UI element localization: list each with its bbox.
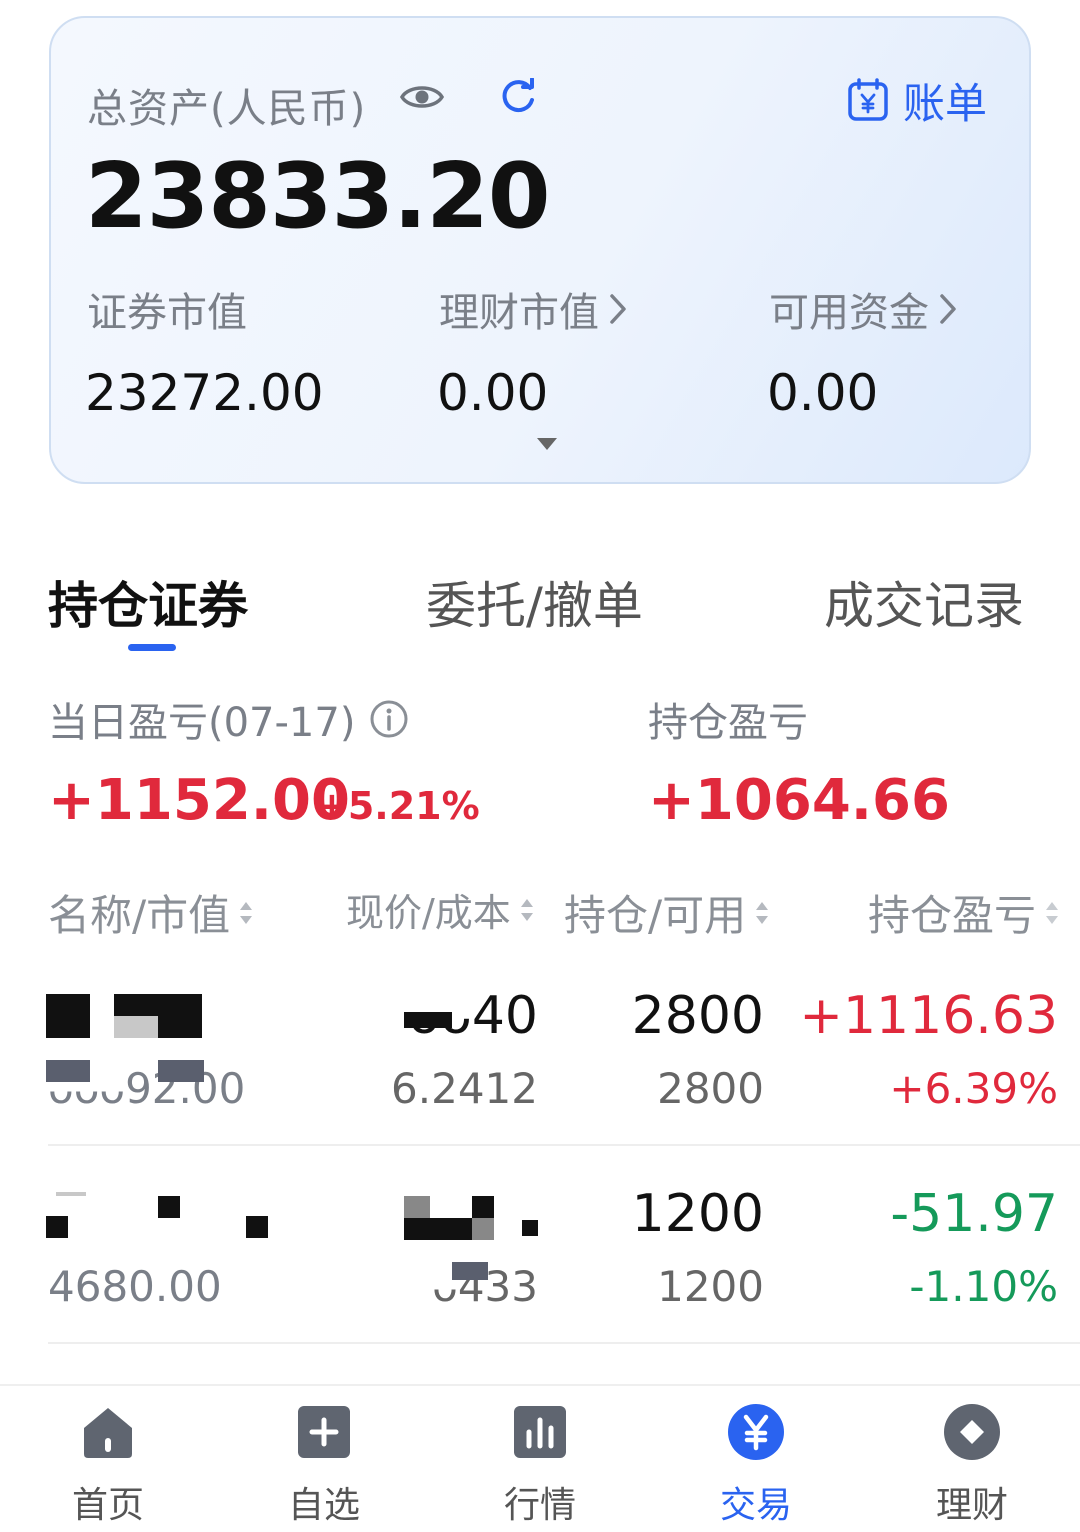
- table-row[interactable]: 4680.00 ᴗ433 1200 1200 -51.97 -1.10%: [0, 1144, 1080, 1344]
- refresh-icon[interactable]: [499, 78, 537, 116]
- asset-summary-card: 总资产(人民币) 账单 23833.20 证券市值 理财市值 可用资金 2327…: [49, 16, 1031, 484]
- holding-pl-amount: +1116.63: [799, 986, 1058, 1046]
- nav-label: 首页: [71, 1485, 144, 1526]
- sort-icon: [1046, 901, 1059, 924]
- daily-pl-percent: +5.21%: [316, 784, 480, 828]
- sort-position-available[interactable]: 持仓/可用: [564, 882, 770, 943]
- nav-wealth[interactable]: 理财: [872, 1386, 1072, 1532]
- chevron-right-icon: [610, 294, 626, 324]
- bottom-nav: 首页 自选 行情 交易 理财: [0, 1384, 1080, 1532]
- row-divider: [48, 1342, 1080, 1344]
- available-funds-value: 0.00: [767, 364, 879, 422]
- bill-label: 账单: [903, 78, 988, 128]
- wealth-diamond-icon: [944, 1404, 1000, 1460]
- eye-icon[interactable]: [399, 80, 445, 114]
- tab-holdings[interactable]: 持仓证券: [48, 566, 248, 638]
- daily-pl-label: 当日盈亏(07-17): [48, 690, 409, 748]
- home-icon: [84, 1408, 132, 1458]
- position-qty: 2800: [631, 986, 764, 1046]
- nav-trade[interactable]: 交易: [656, 1386, 856, 1532]
- total-assets-value: 23833.20: [85, 144, 551, 249]
- sort-price-cost[interactable]: 现价/成本: [346, 882, 535, 937]
- sort-name-market-value[interactable]: 名称/市值: [48, 882, 254, 943]
- cost-price: 6.2412: [391, 1064, 538, 1113]
- market-chart-icon: [514, 1406, 566, 1458]
- yuan-trade-icon: [728, 1404, 784, 1460]
- holding-pl-amount: -51.97: [890, 1184, 1058, 1244]
- holding-pl-value: +1064.66: [648, 768, 950, 833]
- market-value: 4680.00: [48, 1262, 222, 1311]
- info-icon[interactable]: [369, 699, 409, 739]
- tab-trade-records[interactable]: 成交记录: [824, 566, 1024, 638]
- holding-pl-percent: +6.39%: [889, 1064, 1058, 1113]
- active-tab-indicator: [128, 644, 176, 651]
- wealth-value-link[interactable]: 理财市值: [439, 280, 627, 338]
- nav-label: 自选: [287, 1485, 360, 1526]
- trade-page: 总资产(人民币) 账单 23833.20 证券市值 理财市值 可用资金 2327…: [0, 0, 1080, 1532]
- securities-value: 23272.00: [85, 364, 324, 422]
- sort-icon: [520, 898, 533, 921]
- bill-link[interactable]: 账单: [847, 72, 987, 128]
- position-qty: 1200: [631, 1184, 764, 1244]
- table-row[interactable]: ᴗᴗᴗ92.00 ᴗᴗ40 6.2412 2800 2800 +1116.63 …: [0, 946, 1080, 1146]
- nav-label: 理财: [935, 1485, 1008, 1526]
- available-qty: 1200: [657, 1262, 764, 1311]
- add-watchlist-icon: [298, 1406, 350, 1458]
- expand-caret-icon[interactable]: [537, 438, 557, 450]
- wealth-value: 0.00: [437, 364, 549, 422]
- nav-label: 行情: [503, 1485, 576, 1526]
- sort-holding-pl[interactable]: 持仓盈亏: [868, 882, 1060, 943]
- securities-value-label: 证券市值: [87, 290, 247, 336]
- nav-label: 交易: [719, 1485, 792, 1526]
- chevron-right-icon: [940, 294, 956, 324]
- available-qty: 2800: [657, 1064, 764, 1113]
- daily-pl-value: +1152.00: [48, 768, 350, 833]
- holding-pl-percent: -1.10%: [909, 1262, 1058, 1311]
- nav-watchlist[interactable]: 自选: [224, 1386, 424, 1532]
- total-assets-label: 总资产(人民币): [87, 86, 367, 132]
- holding-pl-label: 持仓盈亏: [648, 700, 808, 746]
- sort-icon: [756, 901, 769, 924]
- nav-market[interactable]: 行情: [440, 1386, 640, 1532]
- sort-icon: [240, 901, 253, 924]
- tab-orders-cancel[interactable]: 委托/撤单: [426, 566, 643, 638]
- available-funds-link[interactable]: 可用资金: [769, 280, 957, 338]
- nav-home[interactable]: 首页: [8, 1386, 208, 1532]
- calendar-yuan-icon: [848, 78, 888, 121]
